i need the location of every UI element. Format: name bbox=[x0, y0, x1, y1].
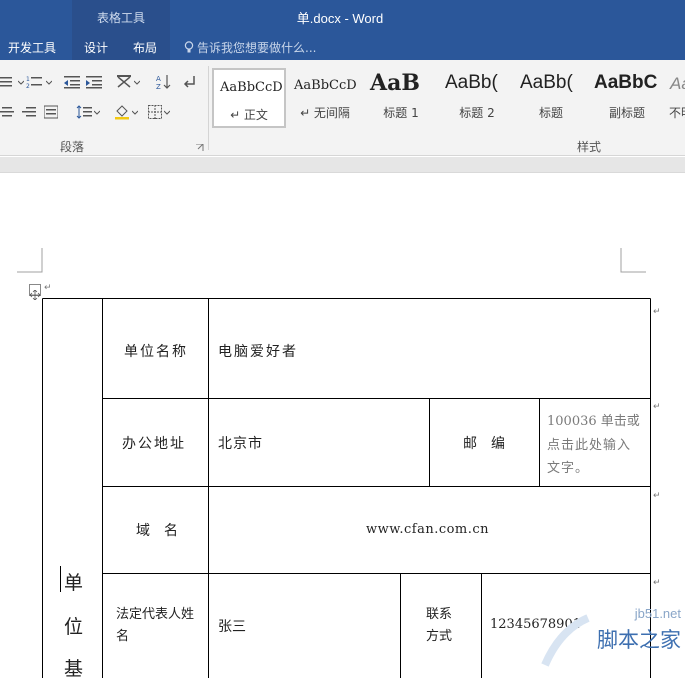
cell-label-postcode[interactable]: 邮 编 bbox=[463, 433, 505, 453]
cell-value-legal-rep[interactable]: 张三 bbox=[218, 616, 246, 636]
side-label-char: 基 bbox=[64, 658, 84, 678]
side-label-char: 单 bbox=[64, 572, 84, 594]
end-of-row-mark: ↵ bbox=[653, 307, 661, 317]
cell-label-domain[interactable]: 域 名 bbox=[136, 520, 178, 540]
cell-label-unit-name[interactable]: 单位名称 bbox=[124, 341, 188, 361]
end-of-row-mark: ↵ bbox=[653, 578, 661, 588]
cell-value-office-address[interactable]: 北京市 bbox=[218, 433, 263, 453]
cell-value-domain[interactable]: www.cfan.com.cn bbox=[366, 522, 489, 537]
watermark: jb51.net 脚本之家 bbox=[540, 600, 685, 678]
watermark-name: 脚本之家 bbox=[597, 628, 681, 652]
cell-label-contact[interactable]: 联系方式 bbox=[426, 604, 456, 648]
cell-label-legal-rep[interactable]: 法定代表人姓 名 bbox=[116, 604, 220, 648]
end-of-row-mark: ↵ bbox=[653, 491, 661, 501]
side-label-char: 位 bbox=[64, 616, 84, 638]
postcode-placeholder-line[interactable]: 100036 单击或 bbox=[547, 410, 640, 429]
postcode-placeholder-line[interactable]: 点击此处输入 bbox=[547, 434, 631, 453]
postcode-placeholder-line[interactable]: 文字。 bbox=[547, 457, 589, 476]
cell-value-unit-name[interactable]: 电脑爱好者 bbox=[218, 341, 298, 361]
watermark-site: jb51.net bbox=[634, 606, 681, 621]
cell-label-office-address[interactable]: 办公地址 bbox=[122, 433, 186, 453]
end-of-row-mark: ↵ bbox=[653, 402, 661, 412]
table-grid bbox=[42, 298, 651, 678]
watermark-swoosh-icon bbox=[541, 614, 590, 667]
